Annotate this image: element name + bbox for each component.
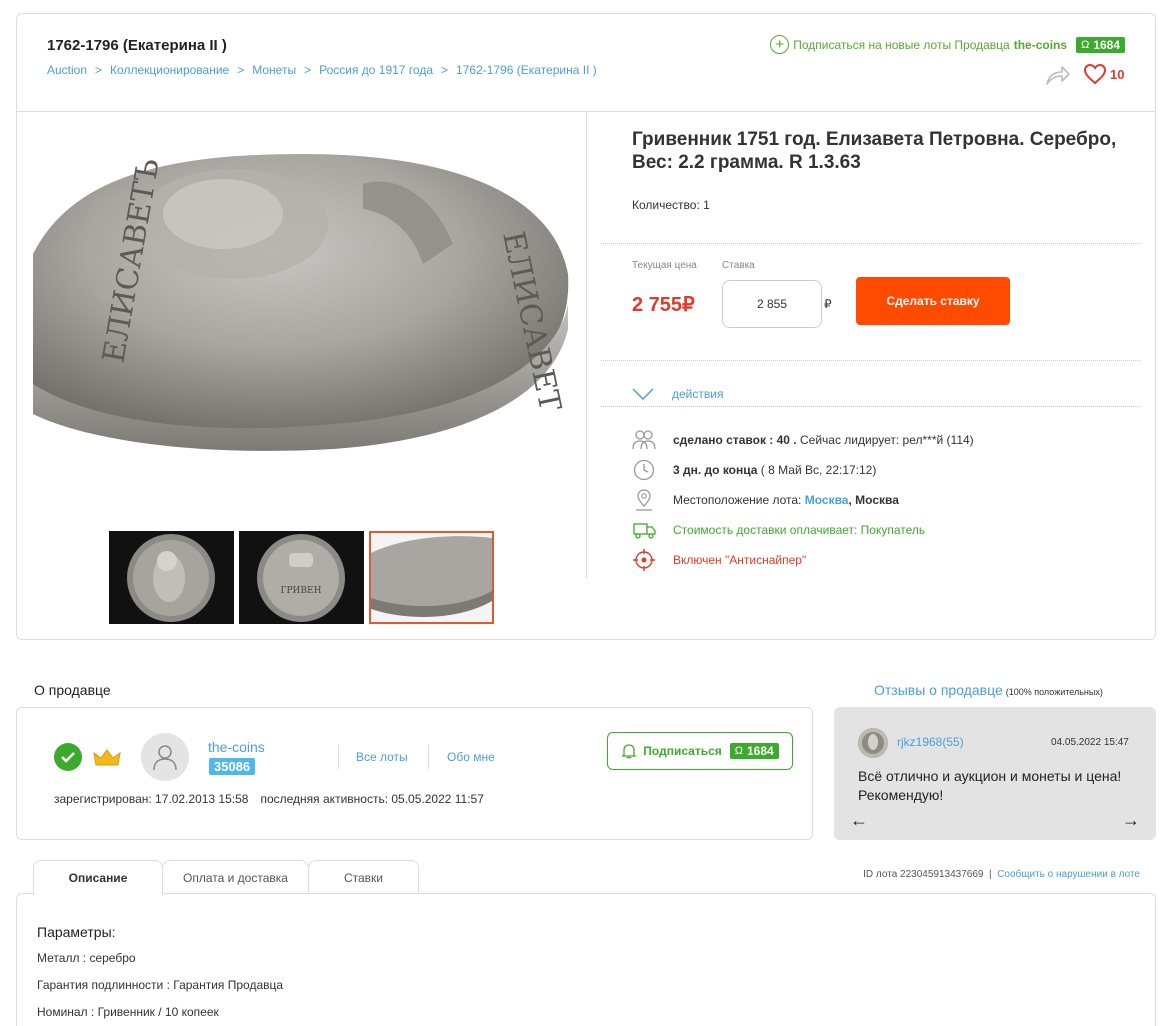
thumbnail-reverse[interactable]: ГРИВЕН: [239, 531, 364, 624]
map-pin-icon: [632, 488, 656, 512]
chevron-down-icon: [632, 388, 654, 400]
subscribe-rating-badge: Ω 1684: [729, 743, 779, 759]
subscribe-new-lots-link[interactable]: + Подписаться на новые лоты Продавца the…: [770, 35, 1125, 54]
thumbnail-obverse[interactable]: [109, 531, 234, 624]
reviews-title[interactable]: Отзывы о продавце (100% положительных): [874, 682, 1103, 698]
quantity: Количество: 1: [632, 198, 710, 212]
param-metal: Металл : серебро: [37, 951, 136, 965]
seller-dates: зарегистрирован: 17.02.2013 15:58 последн…: [54, 792, 484, 806]
users-icon: [632, 428, 656, 452]
reviewer-avatar[interactable]: [858, 728, 888, 758]
divider: [428, 745, 429, 769]
currency-symbol: ₽: [824, 297, 832, 311]
lot-card: 1762-1796 (Екатерина II ) Auction > Коллек…: [16, 13, 1156, 640]
current-price-label: Текущая цена: [632, 260, 697, 271]
shipping-info: Стоимость доставки оплачивает: Покупател…: [632, 518, 925, 542]
seller-section-title: О продавце: [34, 682, 111, 698]
prev-review-arrow-icon[interactable]: ←: [850, 810, 868, 831]
last-activity: последняя активность: 05.05.2022 11:57: [260, 792, 484, 806]
param-denomination: Номинал : Гривенник / 10 копеек: [37, 1005, 219, 1019]
location-city-link[interactable]: Москва: [805, 493, 849, 507]
bid-amount-input[interactable]: [722, 280, 822, 328]
target-icon: [632, 548, 656, 572]
breadcrumb: Auction > Коллекционирование > Монеты > Россия…: [47, 63, 597, 77]
breadcrumb-coins[interactable]: Монеты: [252, 63, 296, 77]
breadcrumb-russia[interactable]: Россия до 1917 года: [319, 63, 433, 77]
review-date: 04.05.2022 15:47: [1051, 737, 1129, 748]
time-left-info: 3 дн. до конца ( 8 Май Вс, 22:17:12): [632, 458, 876, 482]
plus-circle-icon: +: [770, 35, 790, 54]
seller-card: the-coins 35086 Все лоты Обо мне Подписа…: [16, 707, 813, 840]
all-lots-link[interactable]: Все лоты: [356, 750, 408, 764]
seller-rating-badge: 35086: [209, 758, 256, 775]
divider: [601, 406, 1140, 407]
seller-name-link[interactable]: the-coins: [208, 739, 265, 755]
report-violation-link[interactable]: Сообщить о нарушении в лоте: [997, 869, 1140, 880]
breadcrumb-auction[interactable]: Auction: [47, 63, 87, 77]
column-divider: [586, 112, 587, 578]
registered-date: зарегистрирован: 17.02.2013 15:58: [54, 792, 249, 806]
seller-rating-badge: Ω 1684: [1076, 36, 1125, 53]
bids-info: сделано ставок : 40 . Сейчас лидирует: р…: [632, 428, 974, 452]
param-guarantee: Гарантия подлинности : Гарантия Продавца: [37, 978, 284, 992]
heart-icon[interactable]: [1083, 63, 1107, 85]
svg-text:ГРИВЕН: ГРИВЕН: [281, 586, 322, 596]
tab-bids[interactable]: Ставки: [308, 860, 419, 894]
breadcrumb-collecting[interactable]: Коллекционирование: [110, 63, 229, 77]
seller-login: the-coins: [1013, 37, 1068, 52]
actions-toggle[interactable]: действия: [632, 387, 723, 401]
truck-icon: [632, 518, 656, 542]
next-review-arrow-icon[interactable]: →: [1122, 810, 1140, 831]
about-me-link[interactable]: Обо мне: [447, 750, 495, 764]
share-icon[interactable]: [1045, 64, 1071, 86]
bell-icon: [621, 744, 637, 759]
bid-label: Ставка: [722, 260, 755, 271]
params-title: Параметры:: [37, 924, 116, 940]
reviewer-name-link[interactable]: rjkz1968(55): [897, 735, 964, 749]
main-lot-photo[interactable]: ЕЛИСАВЕТЪ ЕЛИСАВЕТ: [33, 154, 573, 474]
review-card: rjkz1968(55) 04.05.2022 15:47 Всё отличн…: [834, 707, 1156, 840]
lot-id: ID лота 223045913437669 | Сообщить о нар…: [863, 869, 1140, 880]
divider: [601, 243, 1140, 244]
crown-icon: [93, 749, 121, 766]
favorites-count: 10: [1110, 67, 1125, 82]
antisniper-info: Включен "Антиснайпер": [632, 548, 806, 572]
place-bid-button[interactable]: Сделать ставку: [856, 277, 1010, 325]
current-price: 2 755₽: [632, 294, 695, 316]
subscribe-text: Подписаться на новые лоты Продавца: [793, 37, 1010, 52]
clock-icon: [632, 458, 656, 482]
verified-check-icon: [54, 743, 82, 771]
breadcrumb-catherine[interactable]: 1762-1796 (Екатерина II ): [456, 63, 597, 77]
tab-payment-delivery[interactable]: Оплата и доставка: [162, 860, 309, 894]
review-text: Всё отлично и аукцион и монеты и цена! Р…: [858, 768, 1122, 803]
divider: [338, 745, 339, 769]
lot-title: Гривенник 1751 год. Елизавета Петровна. …: [632, 129, 1117, 173]
category-title: 1762-1796 (Екатерина II ): [47, 37, 227, 54]
thumbnail-closeup[interactable]: [369, 531, 494, 624]
subscribe-button[interactable]: Подписаться Ω 1684: [607, 732, 793, 770]
tab-description[interactable]: Описание: [33, 860, 163, 895]
seller-avatar[interactable]: [141, 733, 189, 781]
divider: [601, 360, 1140, 361]
description-card: Параметры: Металл : серебро Гарантия под…: [16, 893, 1156, 1026]
location-info: Местоположение лота: Москва, Москва: [632, 488, 899, 512]
